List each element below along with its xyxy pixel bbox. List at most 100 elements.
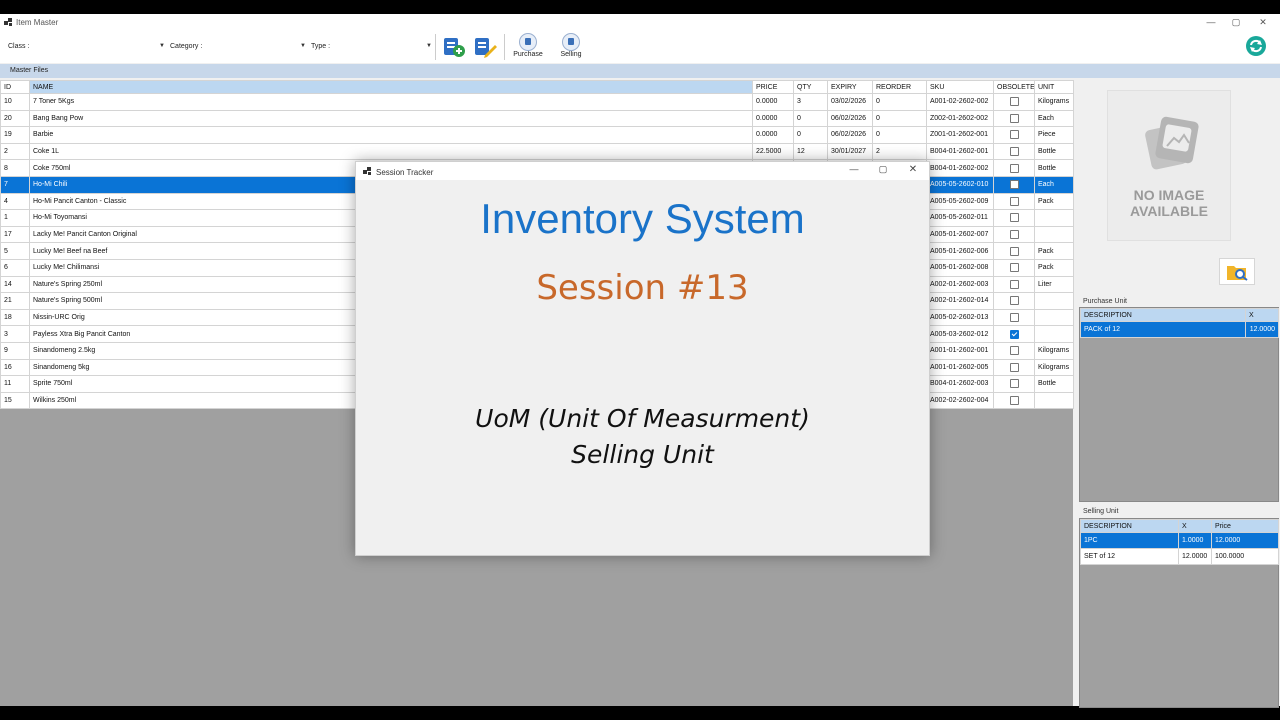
obsolete-checkbox[interactable] [1009, 379, 1019, 389]
cell-price: 0.0000 [752, 93, 794, 111]
obsolete-checkbox[interactable] [1009, 97, 1019, 107]
table-row[interactable]: 10 7 Toner 5Kgs 0.0000 3 03/02/2026 0 A001-02-… [0, 93, 1074, 111]
class-combo[interactable]: ▼ [34, 41, 165, 53]
selling-header-price[interactable]: Price [1211, 519, 1279, 533]
cell-sku: B004-01-2602-003 [926, 375, 994, 393]
cell-sku: B004-01-2602-001 [926, 142, 994, 161]
selling-header-description[interactable]: DESCRIPTION [1080, 519, 1179, 533]
selling-unit-label: Selling Unit [1083, 508, 1119, 515]
obsolete-checkbox[interactable] [1009, 113, 1019, 123]
cell-unit: Kilograms [1034, 358, 1074, 377]
obsolete-cell[interactable] [993, 242, 1035, 260]
header-unit[interactable]: UNIT [1034, 80, 1074, 94]
header-id[interactable]: ID [0, 80, 30, 94]
obsolete-cell[interactable] [993, 308, 1035, 327]
obsolete-cell[interactable] [993, 358, 1035, 377]
purchase-unit-label: Purchase Unit [1083, 298, 1127, 305]
image-placeholder-icon [1145, 116, 1199, 170]
cell-unit: Pack [1034, 258, 1074, 277]
edit-item-icon[interactable] [473, 34, 497, 58]
obsolete-cell[interactable] [993, 225, 1035, 244]
header-expiry[interactable]: EXPIRY [827, 80, 873, 94]
header-qty[interactable]: QTY [793, 80, 828, 94]
obsolete-checkbox[interactable] [1009, 362, 1019, 372]
dialog-close-button[interactable]: ✕ [903, 164, 923, 178]
obsolete-cell[interactable] [993, 209, 1035, 227]
session-tracker-dialog: Session Tracker — ▢ ✕ Inventory System S… [355, 161, 930, 556]
obsolete-cell[interactable] [993, 192, 1035, 211]
cell-id: 11 [0, 375, 30, 393]
master-files-bar: Master Files [0, 64, 1280, 78]
refresh-icon[interactable] [1245, 35, 1267, 57]
maximize-button[interactable]: ▢ [1225, 16, 1247, 29]
obsolete-cell[interactable] [993, 159, 1035, 177]
cell-sku: Z002-01-2602-002 [926, 109, 994, 128]
obsolete-cell[interactable] [993, 175, 1035, 194]
obsolete-cell[interactable] [993, 375, 1035, 393]
selling-button[interactable]: Selling [553, 33, 589, 58]
obsolete-checkbox[interactable] [1009, 213, 1019, 223]
header-sku[interactable]: SKU [926, 80, 994, 94]
obsolete-cell[interactable] [993, 109, 1035, 128]
obsolete-checkbox[interactable] [1009, 196, 1019, 206]
dialog-app-icon [363, 167, 371, 175]
obsolete-cell[interactable] [993, 258, 1035, 277]
obsolete-cell[interactable] [993, 391, 1035, 410]
obsolete-cell[interactable] [993, 93, 1035, 111]
purchase-unit-header-row: DESCRIPTION X [1080, 308, 1279, 322]
browse-image-button[interactable] [1219, 258, 1255, 285]
chevron-down-icon: ▼ [300, 43, 306, 49]
add-item-icon[interactable] [442, 34, 466, 58]
cell-qty: 0 [793, 126, 828, 144]
obsolete-checkbox[interactable] [1009, 246, 1019, 256]
obsolete-checkbox[interactable] [1009, 279, 1019, 289]
purchase-header-x[interactable]: X [1245, 308, 1279, 322]
cell-reorder: 0 [872, 93, 927, 111]
obsolete-cell[interactable] [993, 142, 1035, 161]
obsolete-cell[interactable] [993, 325, 1035, 343]
header-reorder[interactable]: REORDER [872, 80, 927, 94]
table-row[interactable]: 20 Bang Bang Pow 0.0000 0 06/02/2026 0 Z002-01… [0, 109, 1074, 128]
obsolete-checkbox[interactable] [1009, 163, 1019, 173]
grid-header-row: ID NAME PRICE QTY EXPIRY REORDER SKU OBS… [0, 80, 1074, 94]
dialog-maximize-button[interactable]: ▢ [873, 164, 893, 178]
cell-sku: A001-01-2602-005 [926, 358, 994, 377]
obsolete-checkbox[interactable] [1009, 313, 1019, 323]
selling-unit-row[interactable]: 1PC 1.0000 12.0000 [1080, 532, 1279, 549]
selling-header-x[interactable]: X [1178, 519, 1212, 533]
type-combo[interactable]: ▼ [332, 41, 432, 53]
purchase-button[interactable]: Purchase [510, 33, 546, 58]
purchase-unit-row[interactable]: PACK of 12 12.0000 [1080, 321, 1279, 338]
obsolete-checkbox[interactable] [1009, 130, 1019, 140]
obsolete-cell[interactable] [993, 275, 1035, 294]
dialog-minimize-button[interactable]: — [844, 164, 864, 178]
cell-id: 14 [0, 275, 30, 294]
obsolete-cell[interactable] [993, 126, 1035, 144]
selling-unit-row[interactable]: SET of 12 12.0000 100.0000 [1080, 548, 1279, 565]
category-combo[interactable]: ▼ [206, 41, 306, 53]
header-obsolete[interactable]: OBSOLETE [993, 80, 1035, 94]
close-button[interactable]: ✕ [1252, 16, 1274, 29]
obsolete-checkbox[interactable] [1009, 230, 1019, 240]
obsolete-checkbox[interactable] [1009, 263, 1019, 273]
obsolete-cell[interactable] [993, 292, 1035, 310]
cell-unit [1034, 325, 1074, 343]
obsolete-checkbox[interactable] [1009, 346, 1019, 356]
minimize-button[interactable]: — [1200, 16, 1222, 29]
obsolete-checkbox[interactable] [1009, 180, 1019, 190]
obsolete-cell[interactable] [993, 341, 1035, 360]
obsolete-checkbox[interactable] [1009, 296, 1019, 306]
obsolete-checkbox[interactable] [1009, 329, 1019, 339]
selling-unit-price: 12.0000 [1211, 532, 1279, 549]
cell-id: 18 [0, 308, 30, 327]
table-row[interactable]: 19 Barbie 0.0000 0 06/02/2026 0 Z001-01-2602-0… [0, 126, 1074, 144]
header-name[interactable]: NAME [29, 80, 753, 94]
header-price[interactable]: PRICE [752, 80, 794, 94]
cell-sku: A005-02-2602-013 [926, 308, 994, 327]
purchase-header-description[interactable]: DESCRIPTION [1080, 308, 1246, 322]
cell-id: 9 [0, 341, 30, 360]
table-row[interactable]: 2 Coke 1L 22.5000 12 30/01/2027 2 B004-01-2602… [0, 142, 1074, 161]
obsolete-checkbox[interactable] [1009, 395, 1019, 405]
cell-sku: A005-01-2602-006 [926, 242, 994, 260]
obsolete-checkbox[interactable] [1009, 147, 1019, 157]
